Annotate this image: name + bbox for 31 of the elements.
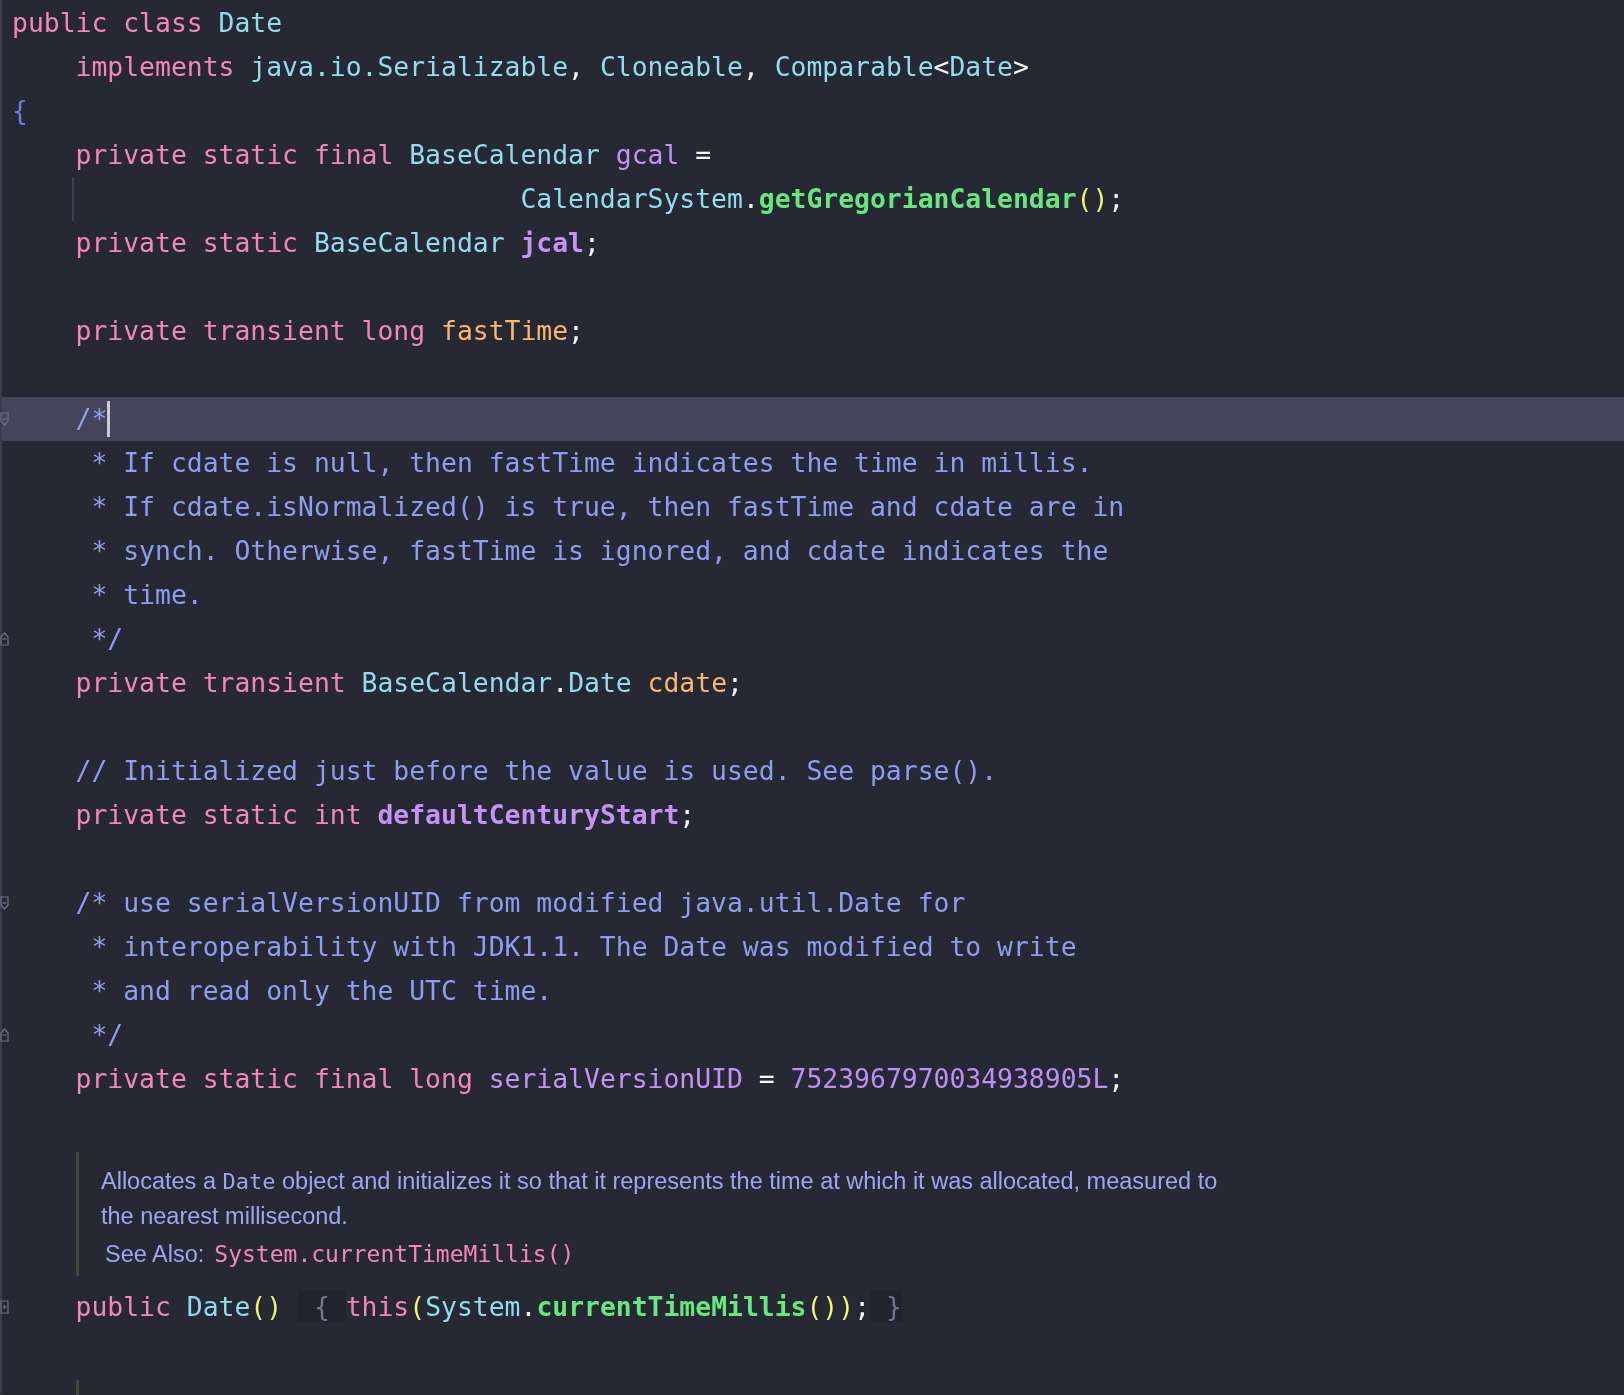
code-line: public class Date (12, 6, 283, 40)
code-line: private static final long serialVersionUID = 7523967970034938905L; (74, 1062, 1125, 1096)
expand-icon[interactable] (0, 1300, 9, 1314)
fold-icon[interactable] (0, 632, 9, 646)
code-line: /* (74, 402, 108, 436)
method-link[interactable]: System.currentTimeMillis() (214, 1241, 575, 1267)
fold-icon[interactable] (0, 412, 9, 426)
fold-icon[interactable] (0, 896, 9, 910)
code-line: implements java.io.Serializable, Cloneable, Comparable<Date> (74, 50, 1029, 84)
fold-icon[interactable] (0, 1028, 9, 1042)
see-also-label: See Also: (105, 1241, 205, 1268)
code-line: * If cdate is null, then fastTime indicates the time in millis. (90, 446, 1093, 480)
code-line: private transient BaseCalendar.Date cdate; (74, 666, 743, 700)
doc-comment-text: Allocates a Date object and initializes it so that it represents the time at which it was allocated, measured to the nearest millisecond. (101, 1167, 1219, 1231)
code-line: private transient long fastTime; (74, 314, 584, 348)
code-line: * interoperability with JDK1.1. The Date was modified to write (90, 930, 1077, 964)
doc-comment-bar (76, 1380, 79, 1395)
code-line: private static int defaultCenturyStart; (74, 798, 696, 832)
code-line: */ (90, 1018, 124, 1052)
code-line: { (12, 94, 28, 128)
code-line: * synch. Otherwise, fastTime is ignored, and cdate indicates the (90, 534, 1109, 568)
code-line: private static final BaseCalendar gcal = (74, 138, 712, 172)
code-line: * and read only the UTC time. (90, 974, 553, 1008)
code-line: // Initialized just before the value is used. See parse(). (74, 754, 998, 788)
code-line: /* use serialVersionUID from modified java.util.Date for (74, 886, 966, 920)
code-line: */ (90, 622, 124, 656)
code-line: private static BaseCalendar jcal; (74, 226, 600, 260)
code-line: CalendarSystem.getGregorianCalendar(); (519, 182, 1125, 216)
code-line: public Date() { this(System.currentTimeMillis()); } (74, 1290, 902, 1324)
code-line: * time. (90, 578, 203, 612)
code-line: * If cdate.isNormalized() is true, then fastTime and cdate are in (90, 490, 1125, 524)
